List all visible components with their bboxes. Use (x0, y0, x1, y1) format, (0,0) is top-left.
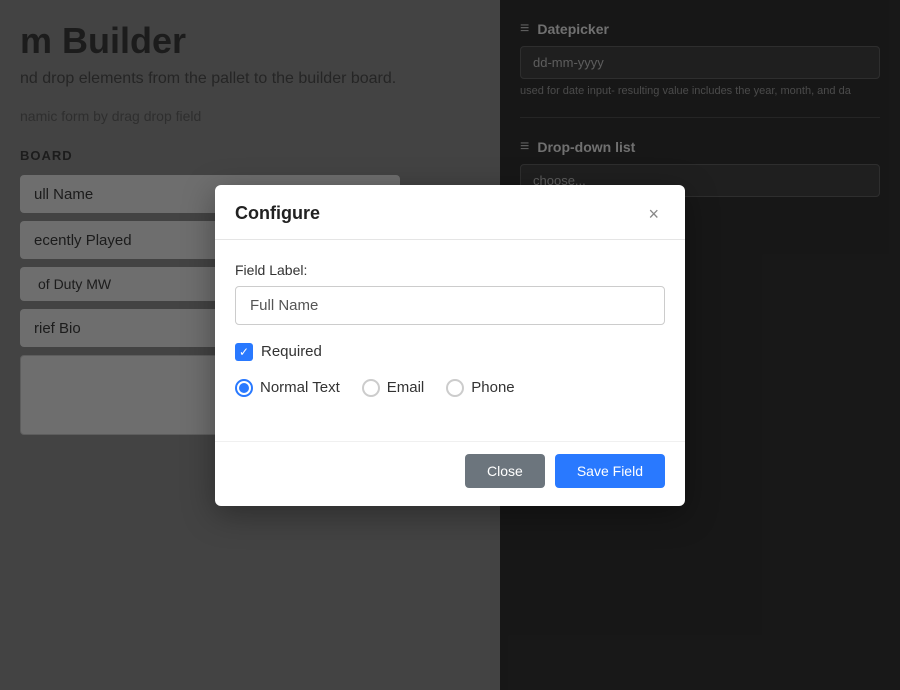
radio-email-circle (362, 379, 380, 397)
radio-email-label: Email (387, 379, 425, 396)
close-button[interactable]: Close (465, 454, 545, 488)
save-field-button[interactable]: Save Field (555, 454, 665, 488)
required-label: Required (261, 343, 322, 360)
modal-close-button[interactable]: × (642, 203, 665, 225)
configure-modal: Configure × Field Label: ✓ Required Norm… (215, 185, 685, 506)
modal-header: Configure × (215, 185, 685, 240)
required-row: ✓ Required (235, 343, 665, 361)
modal-body: Field Label: ✓ Required Normal Text Emai… (215, 240, 685, 441)
radio-phone[interactable]: Phone (446, 379, 514, 397)
radio-normal-label: Normal Text (260, 379, 340, 396)
required-checkbox[interactable]: ✓ (235, 343, 253, 361)
field-label-input[interactable] (235, 286, 665, 325)
modal-overlay: Configure × Field Label: ✓ Required Norm… (0, 0, 900, 690)
radio-phone-circle (446, 379, 464, 397)
radio-email[interactable]: Email (362, 379, 425, 397)
radio-normal-circle (235, 379, 253, 397)
text-type-radio-group: Normal Text Email Phone (235, 379, 665, 397)
modal-footer: Close Save Field (215, 441, 685, 506)
radio-phone-label: Phone (471, 379, 514, 396)
checkmark-icon: ✓ (239, 346, 249, 358)
field-label-heading: Field Label: (235, 262, 665, 278)
radio-normal-text[interactable]: Normal Text (235, 379, 340, 397)
modal-title: Configure (235, 203, 320, 224)
